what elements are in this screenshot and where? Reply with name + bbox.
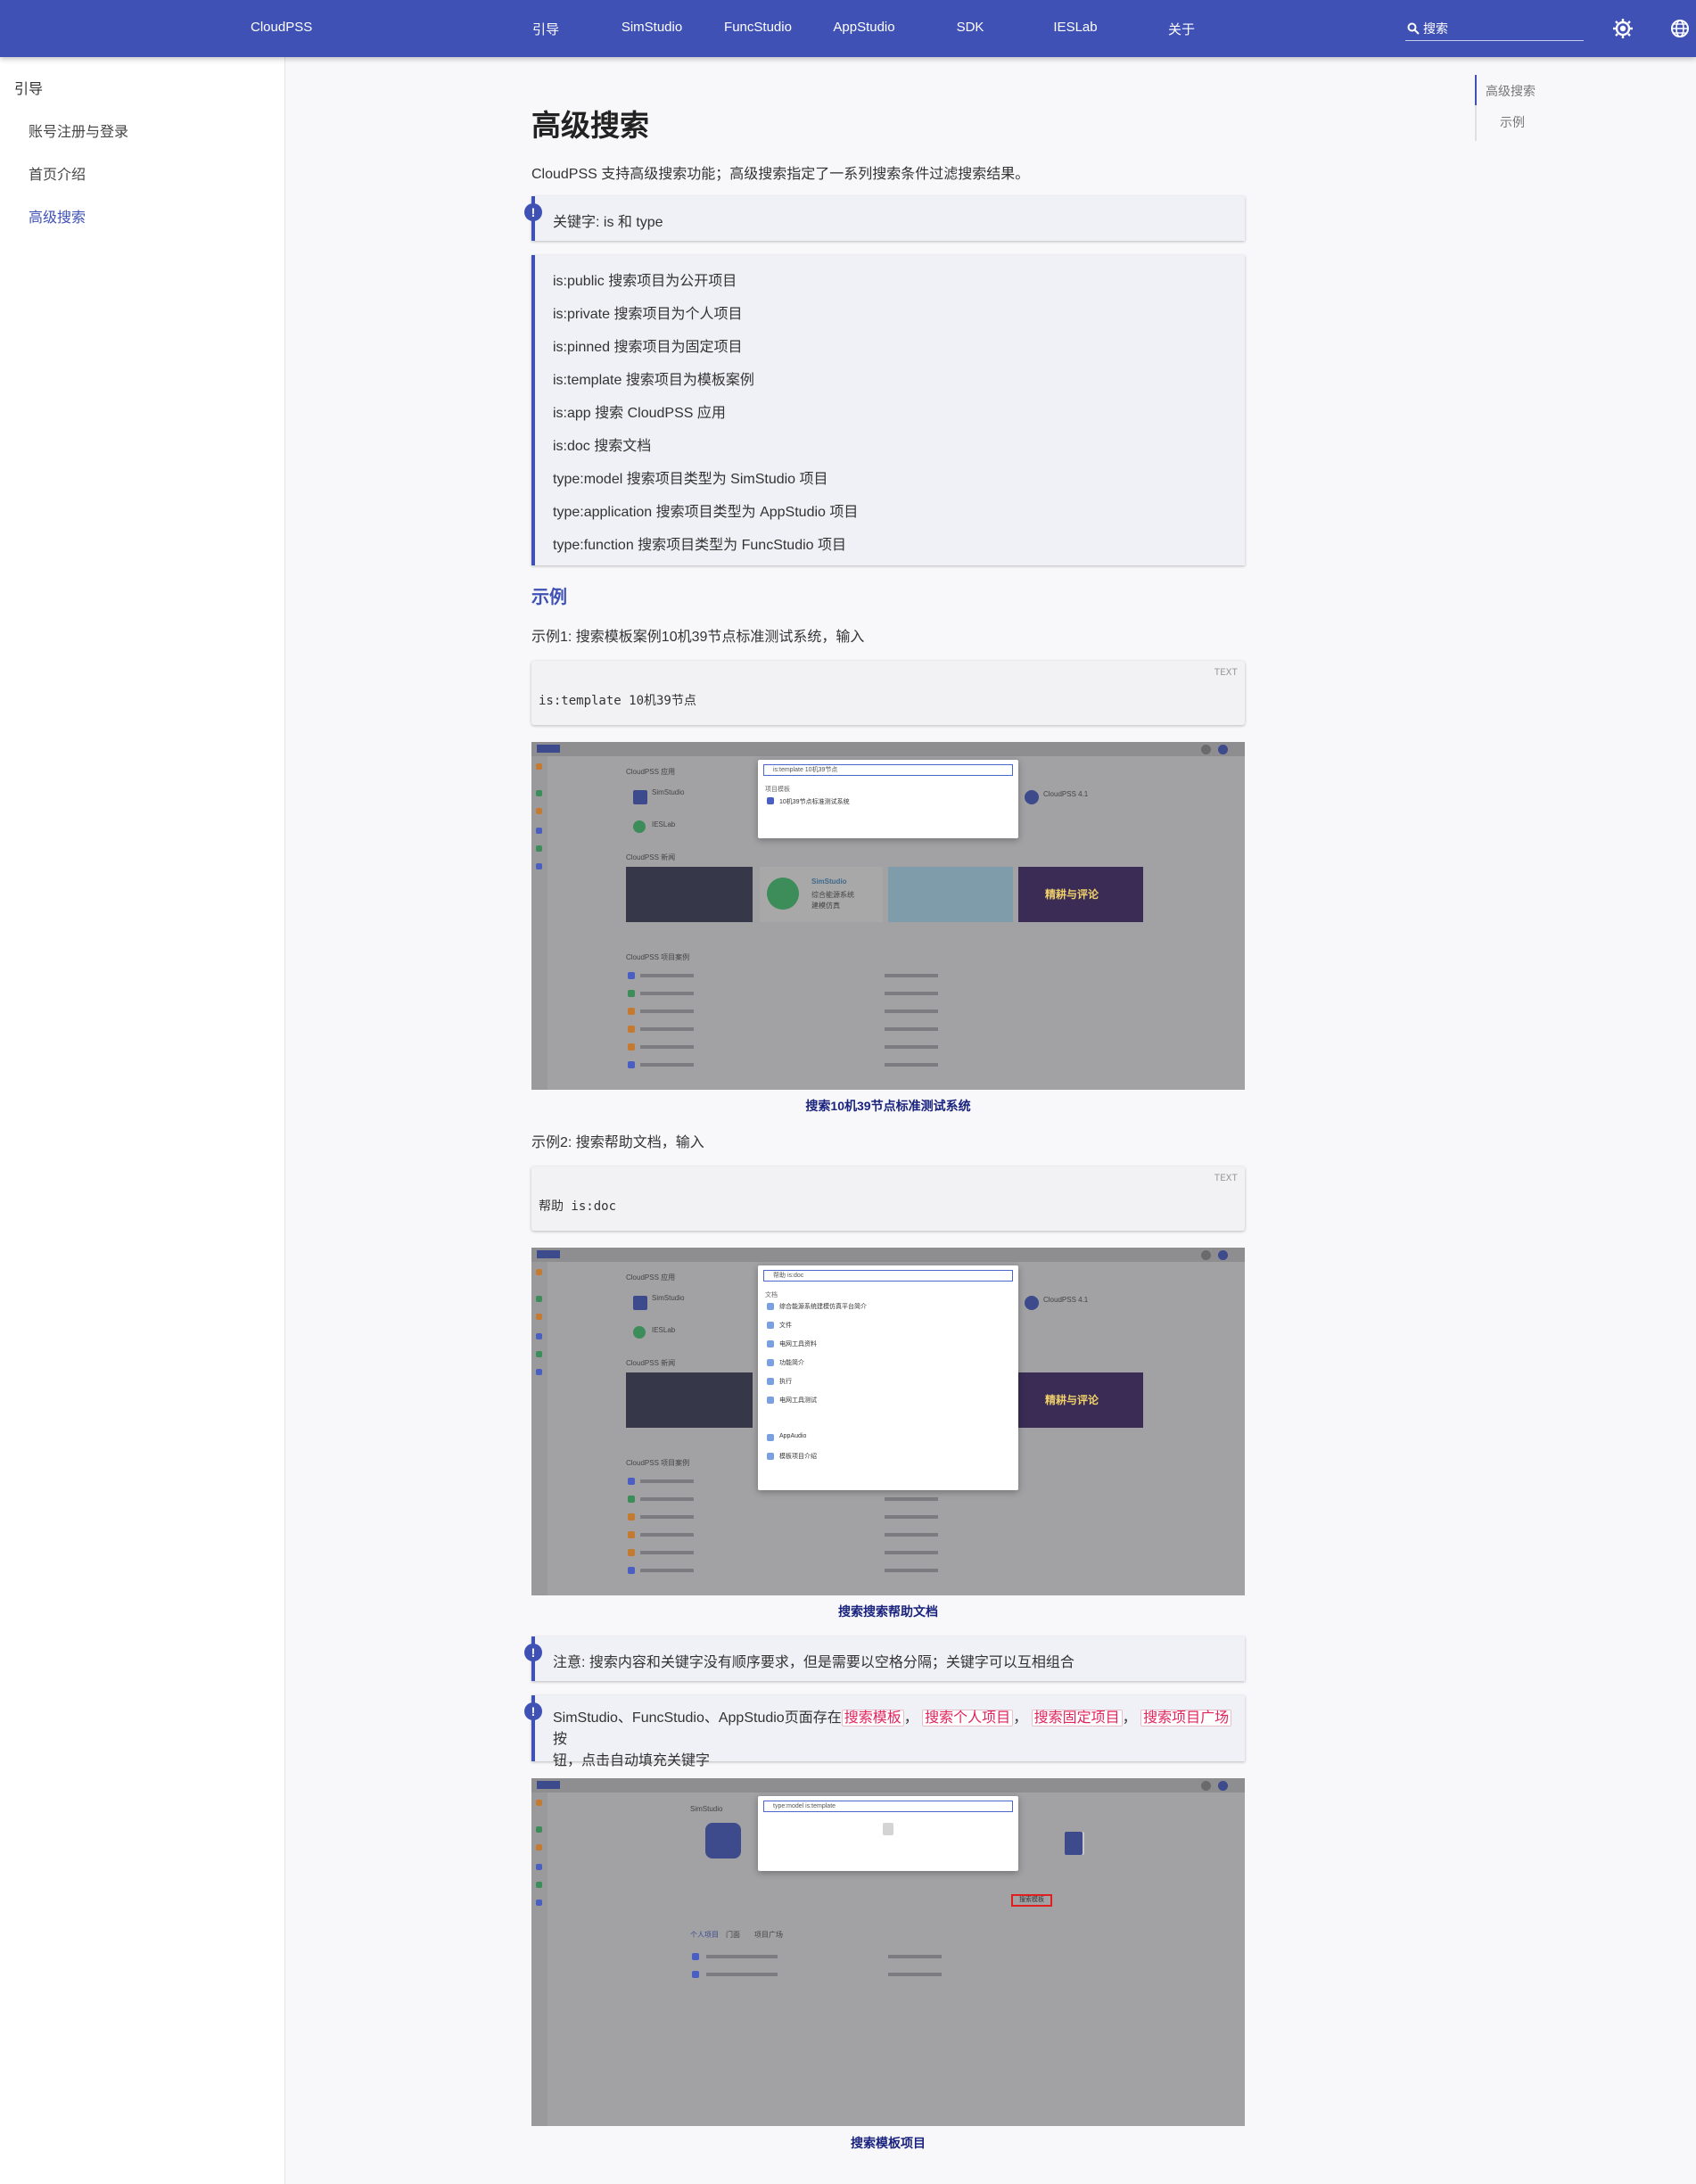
nav-ieslab[interactable]: IESLab [1053,20,1097,35]
screenshot-template-project-search: SimStudio 搜索模板 个人项目 门面 项目广场 type:model i… [531,1778,1245,2126]
sidebar-item-home-intro[interactable]: 首页介绍 [29,162,86,184]
sidebar-item-register-login[interactable]: 账号注册与登录 [29,120,128,141]
toc-link-advanced-search[interactable]: 高级搜索 [1486,82,1535,100]
screenshot-doc-search: CloudPSS 应用 SimStudio IESLab CloudPSS 4.… [531,1248,1245,1595]
note-keywords-text: 关键字: is 和 type [553,215,663,230]
nav-guide[interactable]: 引导 [532,20,559,38]
code-lang-label: TEXT [1214,1174,1238,1184]
tag-search-personal: 搜索个人项目 [922,1710,1014,1727]
search-input[interactable] [1423,20,1575,37]
nav-simstudio[interactable]: SimStudio [622,20,682,35]
caption-2: 搜索搜索帮助文档 [838,1604,938,1619]
info-icon: ! [524,203,542,221]
nav-sdk[interactable]: SDK [957,20,984,35]
toc-active-indicator [1475,75,1477,105]
keyword-item: is:app 搜索 CloudPSS 应用 [553,406,726,421]
language-globe-icon[interactable] [1669,18,1691,39]
note-search-buttons: ! SimStudio、FuncStudio、AppStudio页面存在 搜索模板… [524,1695,1245,1768]
code-lang-label: TEXT [1214,668,1238,679]
info-icon: ! [524,1702,542,1720]
tag-search-pinned: 搜索固定项目 [1031,1710,1123,1727]
nav-appstudio[interactable]: AppStudio [833,20,894,35]
sidebar-section-guide[interactable]: 引导 [14,77,43,98]
code-block-2: TEXT 帮助 is:doc [531,1166,1245,1231]
note-order: ! 注意: 搜索内容和关键字没有顺序要求，但是需要以空格分隔；关键字可以互相组合 [524,1636,1245,1681]
nav-about[interactable]: 关于 [1168,20,1195,38]
search-box[interactable] [1405,18,1584,41]
table-of-contents: 高级搜索 示例 [1475,75,1582,141]
note-search-buttons-text: SimStudio、FuncStudio、AppStudio页面存在 搜索模板， … [553,1708,1239,1772]
toc-link-examples[interactable]: 示例 [1500,113,1525,131]
code-2-text[interactable]: 帮助 is:doc [539,1197,616,1215]
code-1-text[interactable]: is:template 10机39节点 [539,691,696,709]
note-keywords: ! 关键字: is 和 type [524,196,1245,241]
sidebar-item-advanced-search[interactable]: 高级搜索 [29,205,86,227]
tag-search-square: 搜索项目广场 [1140,1710,1232,1727]
top-app-bar: CloudPSS 引导 SimStudio FuncStudio AppStud… [0,0,1696,57]
nav-funcstudio[interactable]: FuncStudio [724,20,792,35]
keyword-item: is:template 搜索项目为模板案例 [553,373,754,388]
caption-3: 搜索模板项目 [851,2136,926,2150]
page-title: 高级搜索 [531,109,649,142]
keyword-item: is:doc 搜索文档 [553,439,652,454]
info-icon: ! [524,1644,542,1661]
code-block-1: TEXT is:template 10机39节点 [531,661,1245,725]
tag-search-template: 搜索模板 [841,1710,904,1727]
examples-heading: 示例 [531,588,567,607]
docs-sidebar: 引导 账号注册与登录 首页介绍 高级搜索 [0,57,285,2184]
caption-1: 搜索10机39节点标准测试系统 [805,1099,971,1113]
screenshot-template-search: CloudPSS 应用 SimStudio IESLab CloudPSS 4.… [531,742,1245,1090]
search-icon [1407,22,1420,35]
keyword-item: type:function 搜索项目类型为 FuncStudio 项目 [553,538,847,553]
keyword-list-block: is:public 搜索项目为公开项目 is:private 搜索项目为个人项目… [531,255,1245,565]
brand-link[interactable]: CloudPSS [251,20,312,35]
keyword-item: type:application 搜索项目类型为 AppStudio 项目 [553,505,859,520]
note-order-text: 注意: 搜索内容和关键字没有顺序要求，但是需要以空格分隔；关键字可以互相组合 [553,1655,1074,1670]
keyword-item: type:model 搜索项目类型为 SimStudio 项目 [553,472,828,487]
keyword-item: is:public 搜索项目为公开项目 [553,274,737,289]
keyword-item: is:private 搜索项目为个人项目 [553,307,743,322]
example1-text: 示例1: 搜索模板案例10机39节点标准测试系统，输入 [531,630,865,645]
example2-text: 示例2: 搜索帮助文档，输入 [531,1135,704,1150]
theme-toggle-icon[interactable] [1612,18,1634,39]
intro-paragraph: CloudPSS 支持高级搜索功能；高级搜索指定了一系列搜索条件过滤搜索结果。 [531,167,1030,182]
keyword-item: is:pinned 搜索项目为固定项目 [553,340,743,355]
